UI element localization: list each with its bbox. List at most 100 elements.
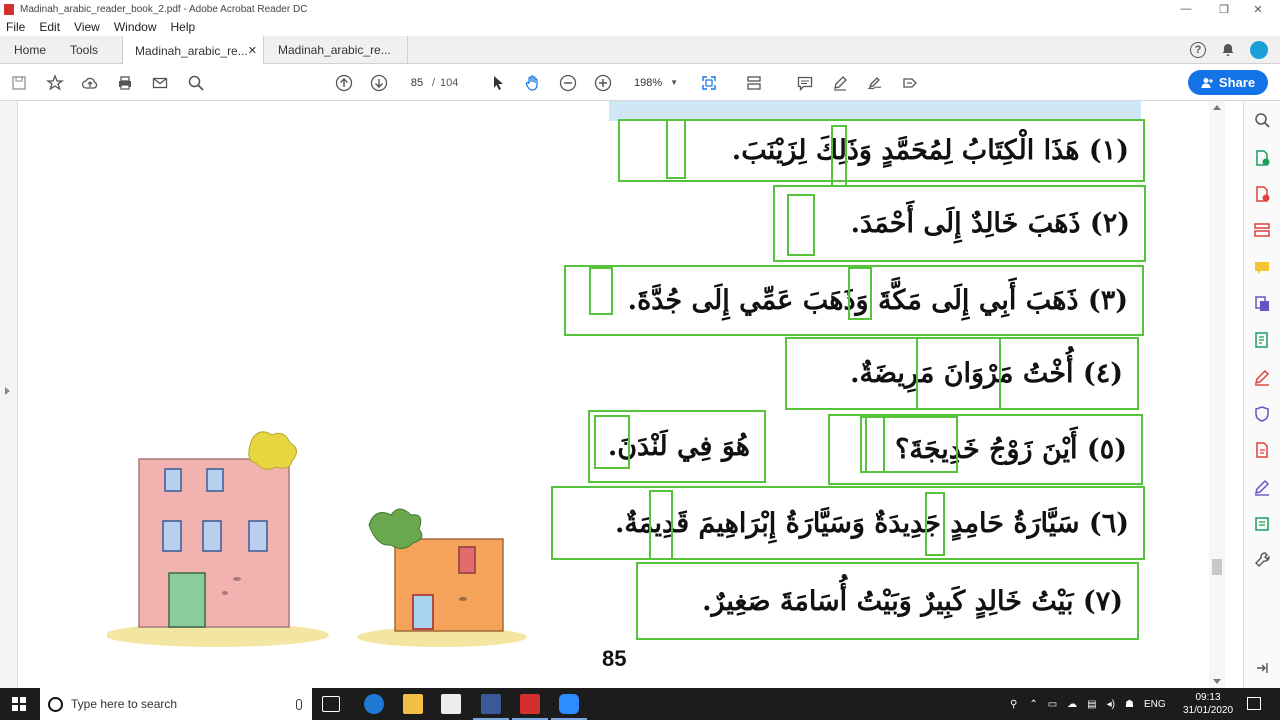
file-explorer-icon[interactable]: [403, 694, 423, 714]
tab-document-2-label: Madinah_arabic_re...: [278, 43, 391, 57]
taskbar: Type here to search ⚲ ⌃ ▭ ☁ ▤ ◂) ☗ ENG 0…: [0, 688, 1280, 720]
task-view-icon[interactable]: [322, 696, 340, 712]
network-icon[interactable]: ▤: [1087, 699, 1096, 710]
search-tool-icon[interactable]: [1253, 111, 1271, 129]
previous-page-icon[interactable]: [333, 72, 355, 94]
document-view[interactable]: (١) هَذَا الْكِتَابُ لِمُحَمَّدٍ وَذَلِك…: [19, 101, 1209, 688]
facebook-app-icon[interactable]: [473, 694, 509, 720]
share-label: Share: [1218, 75, 1256, 90]
tab-document-2[interactable]: Madinah_arabic_re...: [266, 36, 408, 64]
menu-edit[interactable]: Edit: [39, 20, 60, 34]
close-tab-icon[interactable]: ✕: [248, 44, 257, 57]
menu-view[interactable]: View: [74, 20, 100, 34]
taskbar-search-input[interactable]: Type here to search: [40, 688, 312, 720]
left-panel-toggle[interactable]: [0, 101, 18, 688]
acrobat-taskbar-icon[interactable]: [512, 694, 548, 720]
onedrive-icon[interactable]: ☁: [1067, 699, 1077, 710]
maximize-button[interactable]: ❐: [1206, 0, 1242, 18]
clock-time: 09:13: [1195, 692, 1221, 703]
print-icon[interactable]: [114, 72, 136, 94]
edge-browser-icon[interactable]: [364, 694, 384, 714]
page-number-input[interactable]: 85: [402, 74, 432, 92]
select-cursor-icon[interactable]: [487, 72, 509, 94]
notification-center-icon[interactable]: [1247, 697, 1261, 710]
combine-files-icon[interactable]: [1253, 295, 1271, 313]
star-icon[interactable]: [44, 72, 66, 94]
fill-sign-icon[interactable]: [899, 72, 921, 94]
bell-icon[interactable]: [1218, 40, 1238, 60]
search-placeholder: Type here to search: [71, 697, 178, 711]
send-for-review-icon[interactable]: [1253, 441, 1271, 459]
menu-file[interactable]: File: [6, 20, 25, 34]
send-for-signature-icon[interactable]: [1253, 479, 1271, 497]
save-icon[interactable]: [8, 72, 30, 94]
tab-document-label: Madinah_arabic_re...: [135, 43, 248, 58]
hand-tool-icon[interactable]: [522, 72, 544, 94]
email-icon[interactable]: [149, 72, 171, 94]
zoom-select[interactable]: 198% ▼: [628, 74, 680, 92]
avatar[interactable]: [1250, 41, 1268, 59]
menu-bar: File Edit View Window Help: [0, 18, 1280, 36]
collapse-pane-icon[interactable]: [1253, 659, 1271, 677]
page-top-band: [609, 101, 1141, 121]
people-icon[interactable]: ⚲: [1010, 699, 1017, 710]
window-title: Madinah_arabic_reader_book_2.pdf - Adobe…: [20, 3, 308, 15]
person-add-icon: [1201, 77, 1213, 88]
fit-page-icon[interactable]: [698, 72, 720, 94]
sentence-1: (١) هَذَا الْكِتَابُ لِمُحَمَّدٍ وَذَلِك…: [618, 119, 1145, 182]
zoom-in-icon[interactable]: [592, 72, 614, 94]
close-window-button[interactable]: ✕: [1240, 0, 1276, 18]
create-pdf-icon[interactable]: [1253, 185, 1271, 203]
sentence-7: (٧) بَيْتُ خَالِدٍ كَبِيرٌ وَبَيْتُ أُسَ…: [636, 562, 1139, 640]
sentence-2-text: (٢) ذَهَبَ خَالِدٌ إِلَى أَحْمَدَ.: [850, 208, 1130, 239]
tools-wrench-icon[interactable]: [1253, 551, 1271, 569]
microphone-icon[interactable]: [296, 698, 302, 710]
page-number-label: 85: [602, 646, 627, 671]
acrobat-app-icon: [4, 3, 14, 15]
sentence-2: (٢) ذَهَبَ خَالِدٌ إِلَى أَحْمَدَ.: [773, 185, 1146, 262]
zoom-value: 198%: [634, 77, 663, 89]
scroll-down-icon[interactable]: [1213, 679, 1221, 684]
power-icon[interactable]: ☗: [1125, 699, 1134, 710]
protect-icon[interactable]: [1253, 405, 1271, 423]
title-bar: Madinah_arabic_reader_book_2.pdf - Adobe…: [0, 0, 1280, 18]
chevron-down-icon: ▼: [670, 78, 678, 87]
minimize-button[interactable]: —: [1168, 0, 1204, 18]
language-indicator[interactable]: ENG: [1144, 699, 1166, 710]
share-button[interactable]: Share: [1188, 70, 1268, 95]
next-page-icon[interactable]: [368, 72, 390, 94]
menu-help[interactable]: Help: [171, 20, 196, 34]
windows-start-icon[interactable]: [12, 697, 26, 711]
sentence-6: (٦) سَيَّارَةُ حَامِدٍ جَدِيدَةٌ وَسَيَّ…: [551, 486, 1145, 560]
edit-pdf-icon[interactable]: [1253, 331, 1271, 349]
fill-sign-tool-icon[interactable]: [1253, 369, 1271, 387]
comment-tool-icon[interactable]: [1253, 259, 1271, 277]
sign-icon[interactable]: [864, 72, 886, 94]
page-separator: /: [432, 77, 436, 89]
zoom-out-icon[interactable]: [557, 72, 579, 94]
toolbar: 85 / 104 198% ▼: [0, 64, 1280, 101]
volume-icon[interactable]: ◂): [1107, 699, 1115, 710]
zoom-app-icon[interactable]: [551, 694, 587, 720]
tab-home[interactable]: Home: [2, 36, 58, 64]
print-production-icon[interactable]: [1253, 515, 1271, 533]
tab-tools[interactable]: Tools: [58, 36, 110, 64]
tab-document-active[interactable]: Madinah_arabic_re... ✕: [122, 36, 264, 65]
menu-window[interactable]: Window: [114, 20, 157, 34]
comment-icon[interactable]: [794, 72, 816, 94]
expand-left-panel-icon: [5, 387, 10, 395]
vertical-scrollbar[interactable]: [1209, 101, 1225, 688]
highlight-pen-icon[interactable]: [829, 72, 851, 94]
store-icon[interactable]: [441, 694, 461, 714]
scroll-up-icon[interactable]: [1213, 105, 1221, 110]
battery-icon[interactable]: ▭: [1048, 699, 1057, 710]
help-icon[interactable]: ?: [1190, 42, 1206, 58]
scrolling-mode-icon[interactable]: [743, 72, 765, 94]
export-pdf-icon[interactable]: [1253, 149, 1271, 167]
search-icon[interactable]: [185, 72, 207, 94]
clock[interactable]: 09:13 31/01/2020: [1183, 691, 1233, 717]
show-hidden-icons-icon[interactable]: ⌃: [1029, 699, 1037, 710]
cloud-upload-icon[interactable]: [79, 72, 101, 94]
organize-pages-icon[interactable]: [1253, 221, 1271, 239]
scroll-thumb[interactable]: [1212, 559, 1222, 575]
